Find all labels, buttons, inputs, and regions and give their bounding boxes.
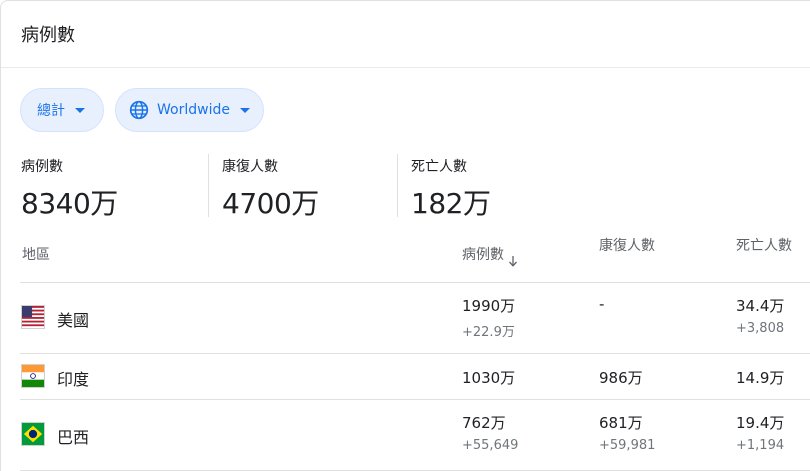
covid-stats-card: 病例數 總計 Worldwide 病例數 8340万 康復人數 4700万 死亡… xyxy=(0,0,810,471)
summary-recovered-label: 康復人數 xyxy=(222,159,278,175)
recovered-new-value: +59,981 xyxy=(599,438,656,453)
country-name: 巴西 xyxy=(57,428,90,447)
country-name: 美國 xyxy=(57,311,90,330)
sort-descending-icon xyxy=(509,256,517,267)
summary-divider xyxy=(397,154,398,217)
summary-divider xyxy=(208,154,209,217)
divider xyxy=(1,67,810,68)
summary-recovered-value: 4700万 xyxy=(222,187,319,220)
deaths-new-value: +1,194 xyxy=(736,438,785,453)
india-flag-icon xyxy=(21,364,45,388)
region-filter-chip[interactable]: Worldwide xyxy=(115,88,264,132)
us-flag-icon xyxy=(21,305,45,329)
brazil-flag-icon xyxy=(21,422,45,446)
dropdown-caret-icon xyxy=(239,107,250,113)
deaths-value: 19.4万 xyxy=(736,414,785,432)
deaths-value: 34.4万 xyxy=(736,297,785,315)
summary-deaths-label: 死亡人數 xyxy=(411,159,467,175)
table-row[interactable]: 印度 1030万 986万 14.9万 xyxy=(1,354,810,399)
summary-cases: 病例數 8340万 xyxy=(21,156,118,222)
cases-new-value: +55,649 xyxy=(462,438,519,453)
table-row[interactable]: 美國 1990万 +22.9万 - 34.4万 +3,808 xyxy=(1,283,810,353)
column-header-deaths[interactable]: 死亡人數 xyxy=(736,238,796,255)
metric-filter-chip[interactable]: 總計 xyxy=(20,88,104,132)
recovered-value: 681万 xyxy=(599,414,643,432)
summary-cases-label: 病例數 xyxy=(21,159,63,175)
region-filter-label: Worldwide xyxy=(157,102,230,118)
recovered-value: - xyxy=(599,295,605,313)
recovered-value: 986万 xyxy=(599,369,643,387)
country-name: 印度 xyxy=(57,370,90,389)
column-header-region: 地區 xyxy=(22,247,50,263)
cases-value: 762万 xyxy=(462,414,506,432)
dropdown-caret-icon xyxy=(75,107,85,113)
cases-value: 1030万 xyxy=(462,369,516,387)
summary-cases-value: 8340万 xyxy=(21,187,118,220)
column-header-cases[interactable]: 病例數 xyxy=(462,247,518,267)
card-title: 病例數 xyxy=(21,25,75,46)
metric-filter-label: 總計 xyxy=(37,103,65,119)
cases-new-value: +22.9万 xyxy=(462,325,515,340)
column-header-cases-label: 病例數 xyxy=(462,247,504,263)
deaths-new-value: +3,808 xyxy=(736,321,785,336)
column-header-recovered[interactable]: 康復人數 xyxy=(599,238,659,255)
cases-value: 1990万 xyxy=(462,297,516,315)
summary-deaths-value: 182万 xyxy=(411,187,491,220)
globe-icon xyxy=(129,100,149,120)
table-row[interactable]: 巴西 762万 +55,649 681万 +59,981 19.4万 +1,19… xyxy=(1,400,810,470)
summary-deaths: 死亡人數 182万 xyxy=(411,156,491,222)
summary-recovered: 康復人數 4700万 xyxy=(222,156,319,222)
deaths-value: 14.9万 xyxy=(736,369,785,387)
